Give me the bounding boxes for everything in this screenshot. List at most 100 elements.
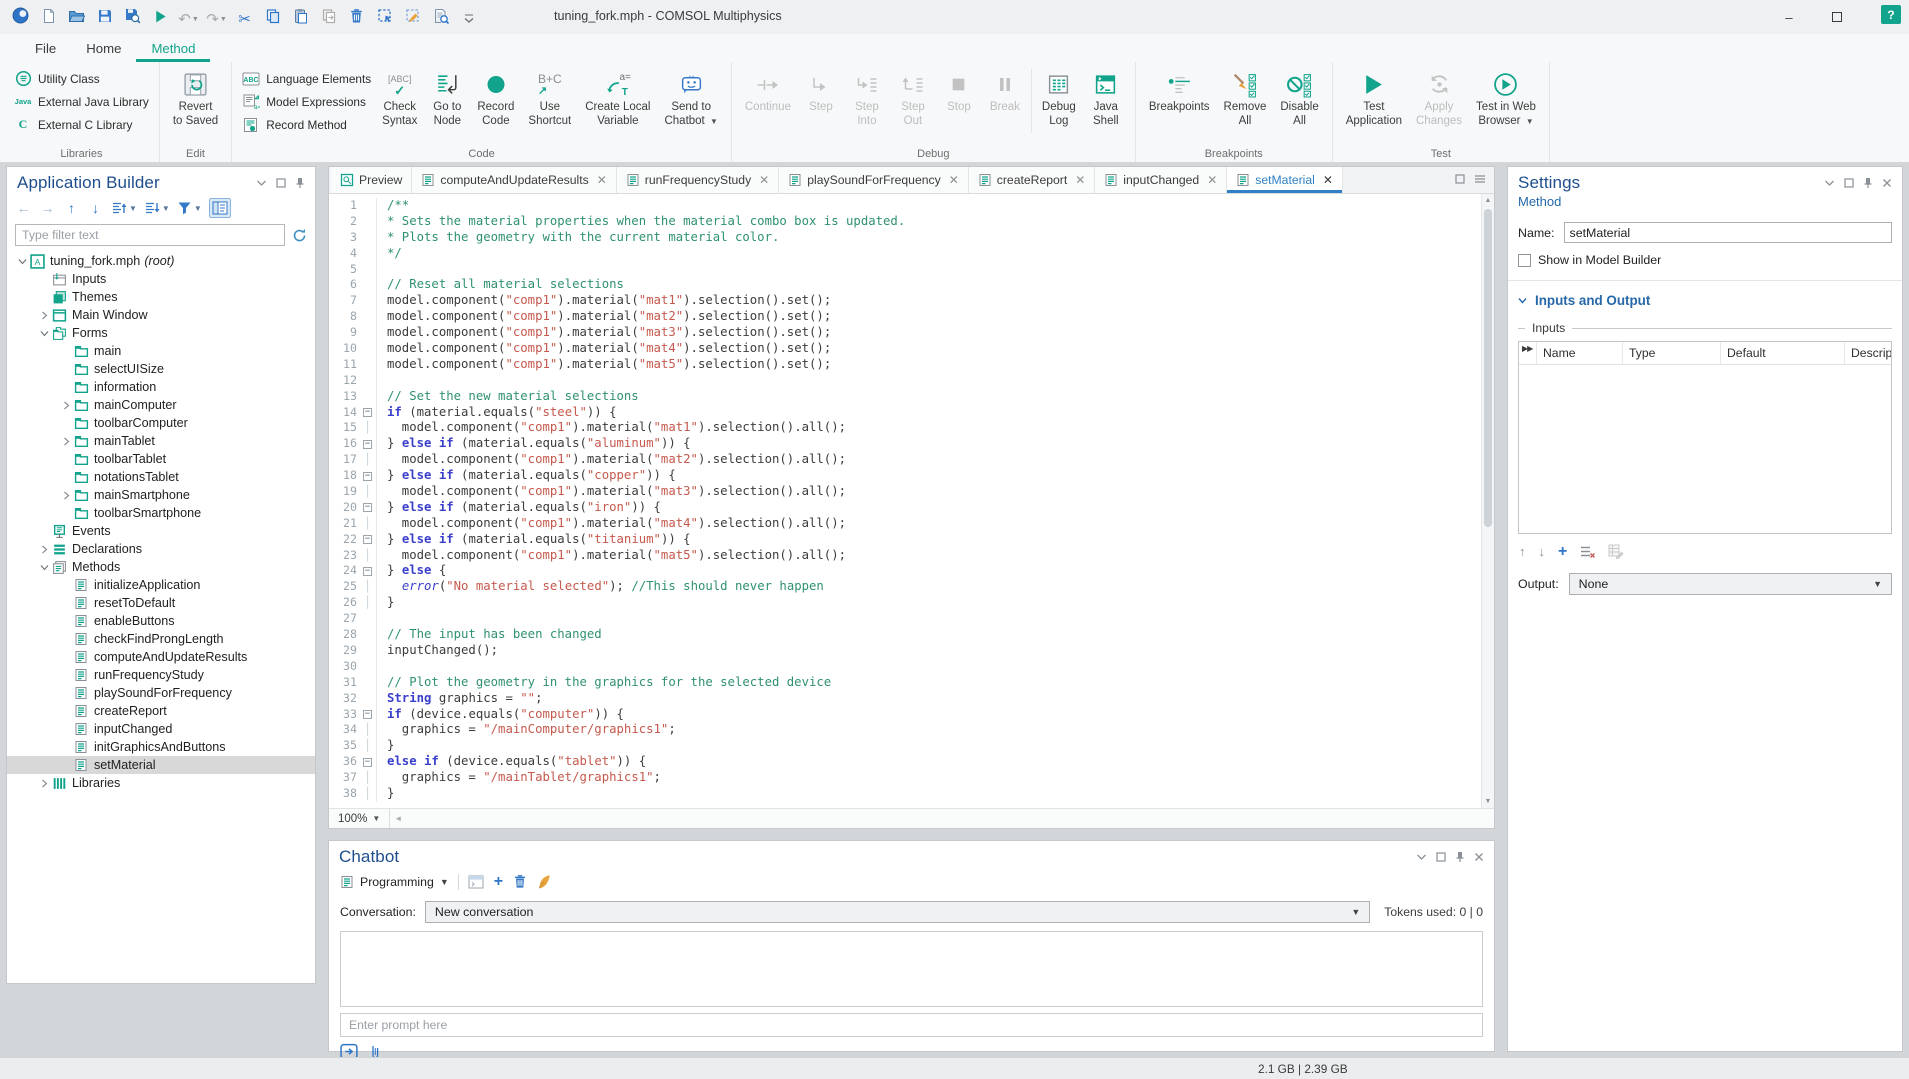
expander-icon[interactable] <box>15 258 30 265</box>
utility-class-button[interactable]: Utility Class <box>14 68 149 89</box>
send-to-chatbot-button[interactable]: Send toChatbot ▼ <box>657 65 724 128</box>
test-application-button[interactable]: TestApplication <box>1339 65 1409 128</box>
close-tab-icon[interactable]: ✕ <box>597 173 607 187</box>
check-syntax-button[interactable]: [ABC]✓CheckSyntax <box>375 65 424 128</box>
tree-item-createReport[interactable]: createReport <box>7 702 315 720</box>
new-file-button[interactable] <box>36 3 61 28</box>
step-button[interactable]: Step <box>798 65 844 115</box>
fold-toggle-icon[interactable]: − <box>363 567 372 576</box>
filter-button[interactable]: ▼ <box>177 198 202 218</box>
save-button[interactable] <box>92 3 117 28</box>
close-tab-icon[interactable]: ✕ <box>1207 173 1217 187</box>
new-conversation-button[interactable]: + <box>494 874 503 889</box>
inputs-table[interactable]: ▶▶NameTypeDefaultDescriptionUn <box>1518 341 1892 534</box>
break-button[interactable]: Break <box>982 65 1028 115</box>
scroll-down-icon[interactable]: ▼ <box>1482 795 1494 808</box>
tree-item-Forms[interactable]: Forms <box>7 324 315 342</box>
tree-item-Inputs[interactable]: Inputs <box>7 270 315 288</box>
collapse-icon[interactable] <box>256 179 267 187</box>
float-icon[interactable] <box>1436 852 1446 862</box>
expander-icon[interactable] <box>59 437 74 446</box>
tree-item-mainTablet[interactable]: mainTablet <box>7 432 315 450</box>
tree-item-setMaterial[interactable]: setMaterial <box>7 756 315 774</box>
tree-item-mainComputer[interactable]: mainComputer <box>7 396 315 414</box>
tree-item-toolbarComputer[interactable]: toolbarComputer <box>7 414 315 432</box>
collapse-icon[interactable] <box>1824 179 1835 187</box>
move-down-button[interactable]: ↓ <box>87 198 104 218</box>
language-elements-button[interactable]: ABCLanguage Elements <box>242 68 371 89</box>
tree-item-initializeApplication[interactable]: initializeApplication <box>7 576 315 594</box>
toggle-preview-button[interactable] <box>209 198 231 218</box>
tree-item-main[interactable]: main <box>7 342 315 360</box>
zoom-control[interactable]: 100% ▼ <box>329 809 390 828</box>
tree-item-selectUISize[interactable]: selectUISize <box>7 360 315 378</box>
fold-toggle-icon[interactable]: − <box>363 440 372 449</box>
editor-tab-createReport[interactable]: createReport✕ <box>969 167 1096 193</box>
close-tab-icon[interactable]: ✕ <box>949 173 959 187</box>
code-editor[interactable]: 1/**2* Sets the material properties when… <box>329 194 1494 808</box>
fold-toggle-icon[interactable]: − <box>363 408 372 417</box>
undo-button[interactable]: ↶▼ <box>176 7 201 32</box>
tree-item-mainSmartphone[interactable]: mainSmartphone <box>7 486 315 504</box>
external-c-library-button[interactable]: CExternal C Library <box>14 114 149 135</box>
maximize-button[interactable] <box>1813 0 1861 34</box>
inputs-table-body[interactable] <box>1519 365 1891 533</box>
delete-rows-button[interactable] <box>1580 545 1595 558</box>
ribbon-tab-file[interactable]: File <box>20 36 71 62</box>
model-expressions-button[interactable]: a=Model Expressions <box>242 91 371 112</box>
conversation-select[interactable]: New conversation ▼ <box>425 901 1370 923</box>
continue-button[interactable]: Continue <box>738 65 798 115</box>
tree-item-initGraphicsAndButtons[interactable]: initGraphicsAndButtons <box>7 738 315 756</box>
fold-toggle-icon[interactable]: − <box>363 535 372 544</box>
chatbot-mode-select[interactable]: Programming ▼ <box>340 875 449 889</box>
expander-icon[interactable] <box>59 401 74 410</box>
editor-tab-playSoundForFrequency[interactable]: playSoundForFrequency✕ <box>779 167 969 193</box>
insert-code-button[interactable] <box>468 875 484 889</box>
chat-history[interactable] <box>340 931 1483 1007</box>
resize-columns-icon[interactable]: ▶▶ <box>1519 342 1537 364</box>
editor-tab-setMaterial[interactable]: setMaterial✕ <box>1227 167 1343 193</box>
expander-icon[interactable] <box>59 491 74 500</box>
clear-selection-button[interactable] <box>400 3 425 28</box>
revert-to-saved-button[interactable]: Revertto Saved <box>166 65 225 128</box>
tree-item-checkFindProngLength[interactable]: checkFindProngLength <box>7 630 315 648</box>
editor-tab-computeAndUpdateResults[interactable]: computeAndUpdateResults✕ <box>412 167 616 193</box>
copy-button[interactable] <box>260 3 285 28</box>
tree-item-computeAndUpdateResults[interactable]: computeAndUpdateResults <box>7 648 315 666</box>
minimize-button[interactable]: – <box>1765 0 1813 34</box>
close-tab-icon[interactable]: ✕ <box>1075 173 1085 187</box>
editor-tab-runFrequencyStudy[interactable]: runFrequencyStudy✕ <box>617 167 779 193</box>
menu-icon[interactable] <box>1474 174 1486 184</box>
collapse-icon[interactable] <box>1416 853 1427 861</box>
float-icon[interactable] <box>1844 178 1854 188</box>
expander-icon[interactable] <box>37 779 52 788</box>
fold-toggle-icon[interactable]: − <box>363 472 372 481</box>
disable-all-button[interactable]: DisableAll <box>1273 65 1325 128</box>
ribbon-tab-method[interactable]: Method <box>136 36 210 62</box>
sort-ascending-button[interactable]: ▼ <box>111 198 137 218</box>
scrollbar-thumb[interactable] <box>1484 209 1492 527</box>
step-into-button[interactable]: StepInto <box>844 65 890 128</box>
stop-button[interactable]: Stop <box>936 65 982 115</box>
breakpoints-button[interactable]: Breakpoints <box>1142 65 1217 115</box>
method-name-field[interactable] <box>1564 222 1893 243</box>
test-in-web-browser-button[interactable]: Test in WebBrowser ▼ <box>1469 65 1543 128</box>
java-shell-button[interactable]: JavaShell <box>1083 65 1129 128</box>
float-icon[interactable] <box>276 178 286 188</box>
help-button[interactable]: ? <box>1881 5 1901 24</box>
scroll-up-icon[interactable]: ▲ <box>1482 194 1494 207</box>
expander-icon[interactable] <box>37 311 52 320</box>
record-code-button[interactable]: RecordCode <box>470 65 521 128</box>
add-row-button[interactable]: + <box>1558 544 1567 559</box>
tree-item-runFrequencyStudy[interactable]: runFrequencyStudy <box>7 666 315 684</box>
tree-item-playSoundForFrequency[interactable]: playSoundForFrequency <box>7 684 315 702</box>
pin-icon[interactable] <box>1863 177 1873 189</box>
paste-button[interactable] <box>288 3 313 28</box>
editor-tab-Preview[interactable]: Preview <box>331 167 412 193</box>
close-icon[interactable] <box>1882 178 1892 188</box>
pin-icon[interactable] <box>295 177 305 189</box>
output-select[interactable]: None ▼ <box>1569 573 1892 595</box>
close-tab-icon[interactable]: ✕ <box>759 173 769 187</box>
use-shortcut-button[interactable]: B+C↗UseShortcut <box>521 65 578 128</box>
clear-conversation-button[interactable] <box>537 874 551 890</box>
